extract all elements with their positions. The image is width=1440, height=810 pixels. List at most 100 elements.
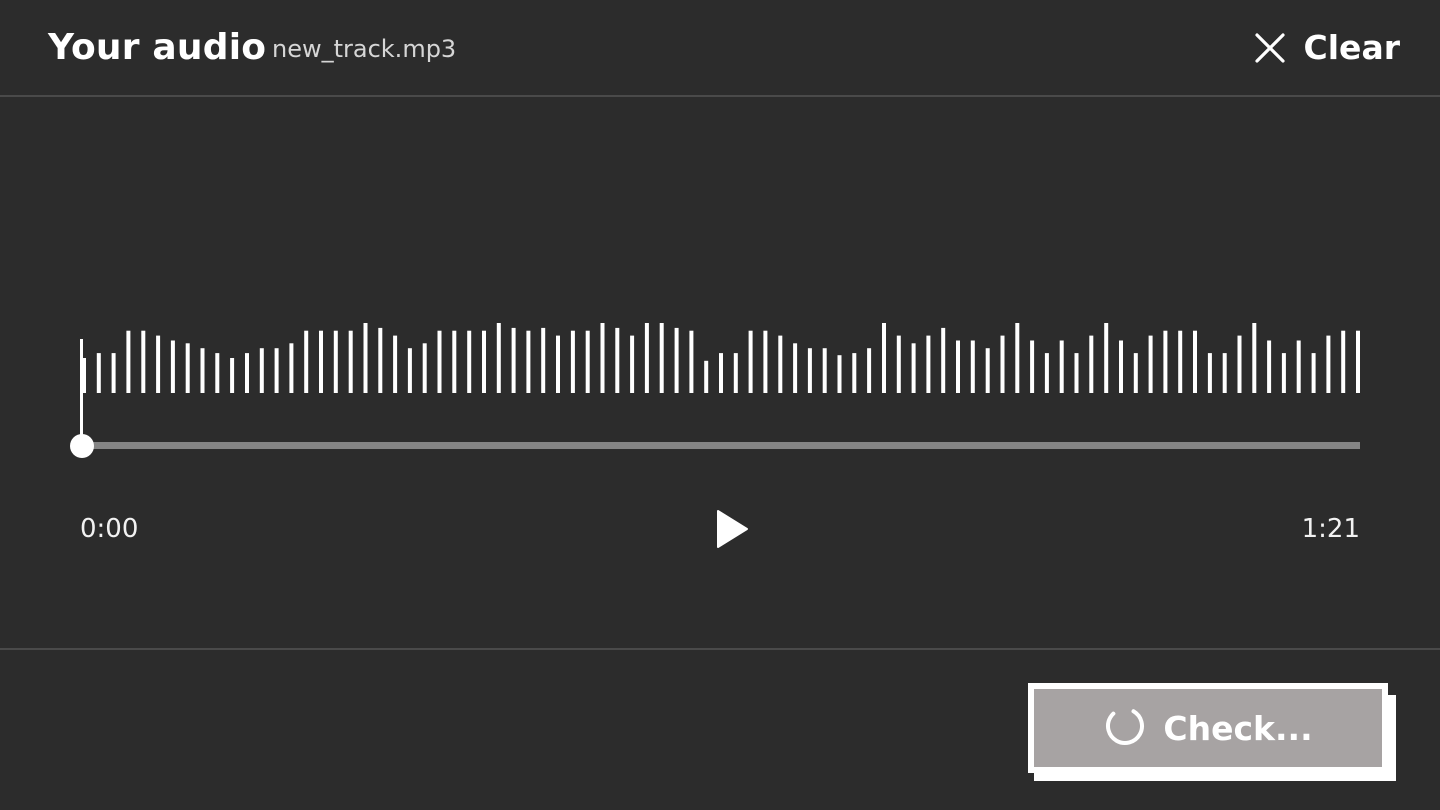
waveform-bar — [956, 340, 960, 393]
waveform-bar — [1326, 335, 1331, 393]
waveform-bar — [1059, 340, 1064, 393]
waveform-bar — [407, 348, 412, 393]
waveform-bar — [496, 323, 501, 393]
waveform-bar — [1237, 335, 1242, 393]
waveform-bar — [882, 323, 886, 393]
waveform-bar — [378, 327, 383, 393]
check-label: Check... — [1163, 708, 1313, 748]
waveform-bar — [333, 330, 338, 393]
waveform-bar — [1148, 335, 1153, 393]
waveform-bar — [1074, 353, 1079, 393]
waveform-bar — [230, 358, 235, 393]
waveform-bar — [1193, 330, 1197, 393]
waveform-bar — [585, 330, 590, 393]
seek-handle[interactable] — [70, 434, 94, 458]
page-title: Your audio — [48, 27, 267, 68]
waveform-bar — [1296, 340, 1301, 393]
waveform-bar — [170, 340, 175, 393]
waveform-bar — [1044, 353, 1049, 393]
waveform-bar — [437, 330, 442, 393]
waveform-bar — [422, 343, 427, 393]
waveform-bar — [704, 360, 709, 393]
waveform-bar — [393, 335, 398, 393]
waveform-bar — [644, 323, 649, 393]
waveform-bar — [141, 330, 146, 393]
waveform-bar — [467, 330, 472, 393]
waveform-bar — [852, 353, 857, 393]
waveform-bar — [1281, 353, 1286, 393]
waveform-bar — [111, 353, 116, 393]
waveform-bar — [911, 343, 916, 393]
waveform-bar — [289, 343, 294, 393]
waveform-bar — [1000, 335, 1005, 393]
waveform-bar — [1267, 340, 1272, 393]
waveform-bar — [200, 348, 205, 393]
clear-button[interactable]: Clear — [1254, 25, 1400, 71]
waveform-bar — [452, 330, 457, 393]
waveform-bar — [1207, 353, 1212, 393]
waveform-bar — [319, 330, 323, 393]
waveform-bar — [985, 348, 990, 393]
waveform-bar — [807, 348, 812, 393]
waveform-bar — [541, 327, 546, 393]
waveform-bar — [348, 330, 353, 393]
total-time: 1:21 — [1301, 514, 1360, 544]
check-button-wrapper: Check... — [1028, 683, 1396, 781]
waveform-bar — [1089, 335, 1094, 393]
waveform-bar — [674, 327, 679, 393]
play-icon — [711, 510, 753, 554]
header: Your audio new_track.mp3 Clear — [0, 0, 1440, 97]
waveform-bar — [304, 330, 309, 393]
waveform-bar — [1252, 323, 1257, 393]
waveform-bar — [1030, 340, 1035, 393]
current-time: 0:00 — [80, 514, 139, 544]
waveform-bar — [1015, 323, 1020, 393]
waveform-bar — [867, 348, 872, 393]
waveform-bar — [733, 353, 738, 393]
waveform-bar — [941, 327, 946, 393]
footer-divider — [0, 648, 1440, 650]
clear-label: Clear — [1303, 28, 1400, 67]
waveform-bar — [837, 355, 842, 393]
waveform-bar — [1178, 330, 1183, 393]
playhead-line — [80, 339, 83, 445]
waveform-bar — [970, 340, 975, 393]
waveform-bar — [274, 348, 279, 393]
waveform-bar — [185, 343, 190, 393]
waveform-bar — [245, 353, 249, 393]
waveform-bar — [793, 343, 798, 393]
file-name: new_track.mp3 — [272, 35, 457, 63]
waveform-bar — [482, 330, 486, 393]
waveform-bar — [926, 335, 931, 393]
waveform-bar — [556, 335, 560, 393]
audio-player: 0:00 1:21 — [0, 97, 1440, 649]
waveform-bar — [600, 323, 605, 393]
waveform-bar — [748, 330, 753, 393]
waveform-bar — [570, 330, 575, 393]
waveform-bar — [615, 327, 620, 393]
waveform-bar — [763, 330, 768, 393]
seek-bar[interactable] — [82, 442, 1360, 449]
waveform-bar — [1163, 330, 1168, 393]
waveform-bar — [1104, 323, 1109, 393]
waveform-bar — [1356, 330, 1360, 393]
check-button[interactable]: Check... — [1028, 683, 1388, 773]
audio-upload-panel: Your audio new_track.mp3 Clear 0:00 1:21… — [0, 0, 1440, 810]
waveform-bar — [126, 330, 131, 393]
waveform-bar — [259, 348, 264, 393]
waveform-bar — [1119, 340, 1123, 393]
waveform[interactable] — [80, 97, 1362, 649]
waveform-bar — [896, 335, 901, 393]
waveform-bar — [156, 335, 161, 393]
waveform-bar — [630, 335, 635, 393]
waveform-bar — [1133, 353, 1138, 393]
waveform-bar — [1341, 330, 1346, 393]
close-icon — [1254, 32, 1286, 64]
waveform-bar — [1311, 353, 1316, 393]
waveform-bar — [778, 335, 783, 393]
waveform-bar — [96, 353, 101, 393]
waveform-bar — [822, 348, 827, 393]
waveform-bar — [215, 353, 220, 393]
waveform-bar — [526, 330, 531, 393]
play-button[interactable] — [711, 508, 753, 550]
